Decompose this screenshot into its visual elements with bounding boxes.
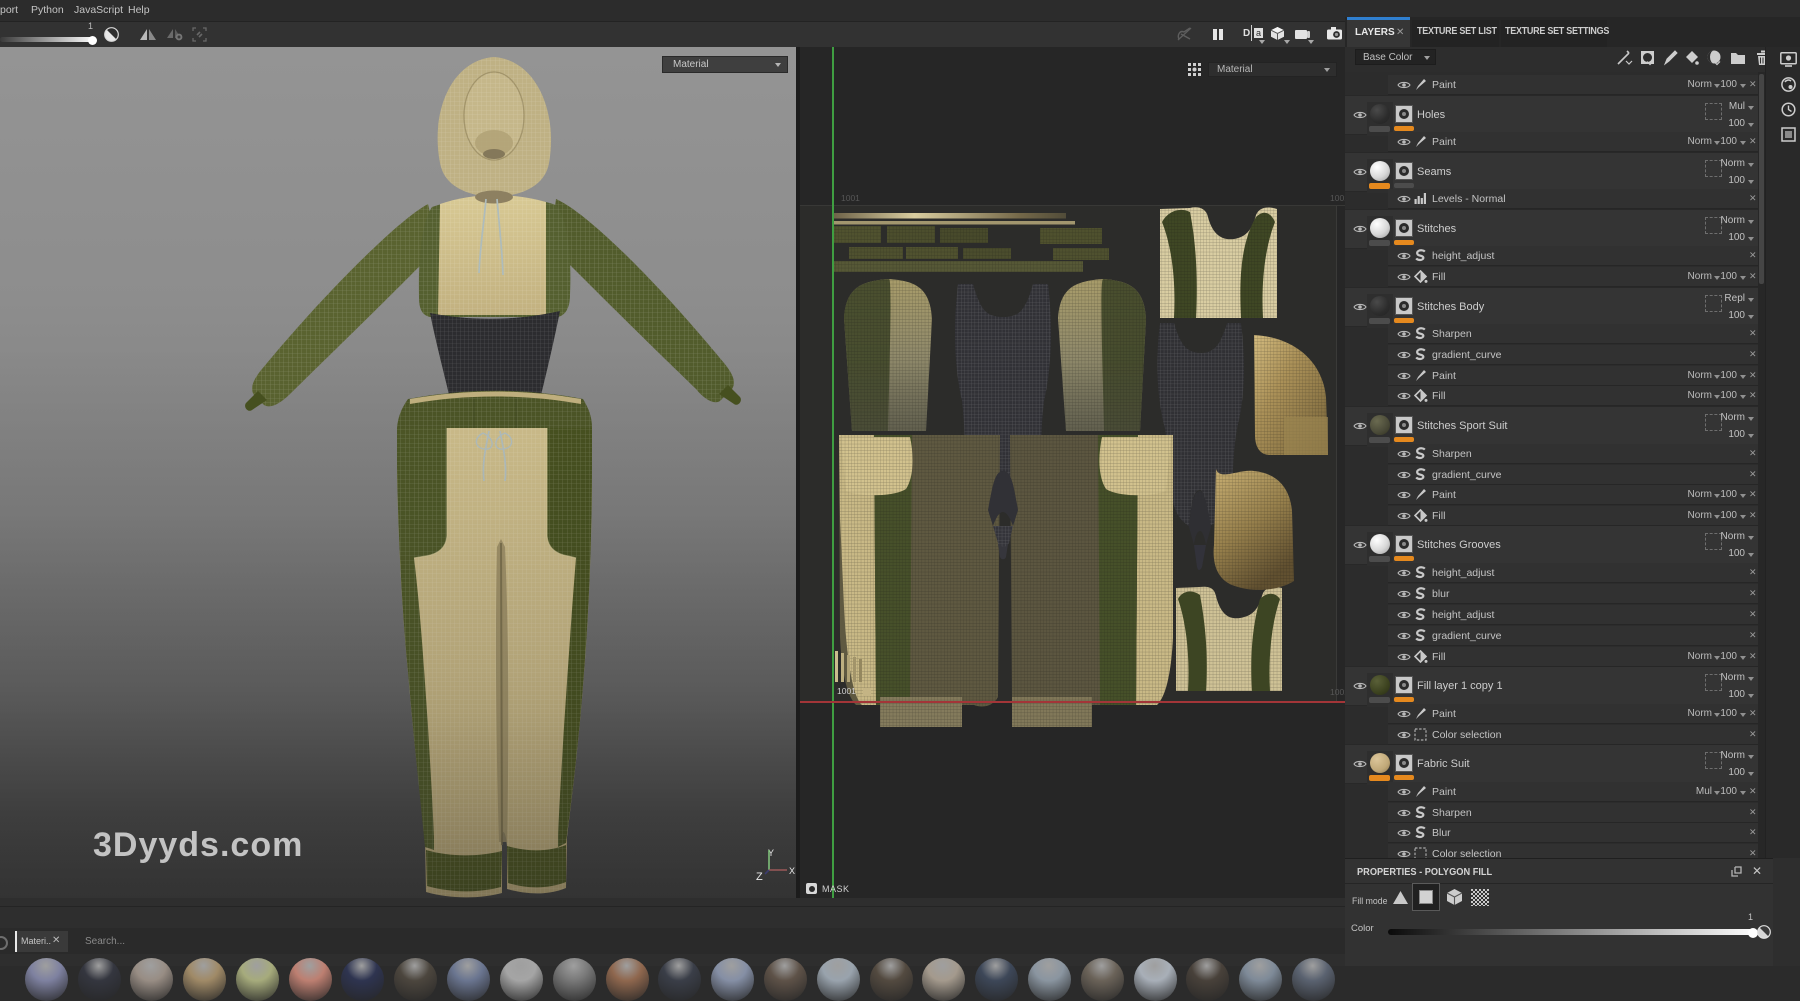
svg-text:Z: Z: [756, 871, 763, 883]
svg-text:X: X: [789, 866, 795, 876]
